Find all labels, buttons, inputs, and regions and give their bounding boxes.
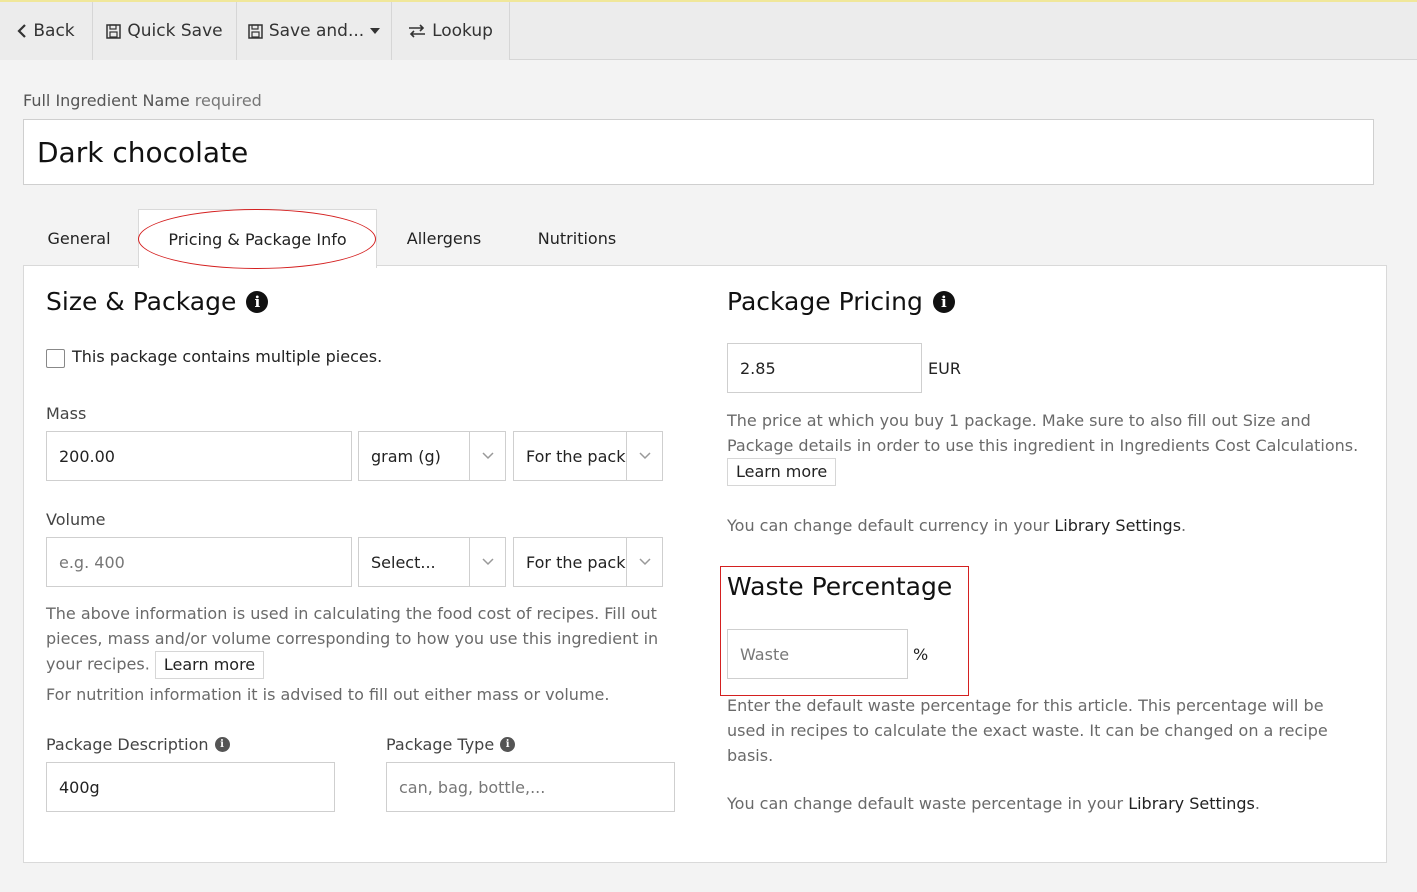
library-settings-link[interactable]: Library Settings bbox=[1054, 516, 1181, 535]
save-and-dropdown-button[interactable]: Save and... bbox=[237, 2, 392, 60]
waste-unit-label: % bbox=[913, 645, 929, 664]
toolbar: Back Quick Save Save and... Lookup bbox=[0, 2, 1417, 60]
mass-for-value: For the package bbox=[526, 446, 626, 466]
ingredient-name-label-text: Full Ingredient Name bbox=[23, 91, 190, 110]
ingredient-name-label: Full Ingredient Name required bbox=[23, 91, 262, 110]
chevron-down-icon bbox=[469, 432, 505, 480]
chevron-down-icon bbox=[626, 538, 662, 586]
multiple-pieces-label: This package contains multiple pieces. bbox=[72, 347, 383, 366]
ingredient-name-input[interactable]: Dark chocolate bbox=[23, 119, 1374, 185]
waste-note-suffix: . bbox=[1254, 794, 1260, 813]
volume-label: Volume bbox=[46, 510, 106, 529]
chevron-left-icon bbox=[17, 24, 27, 38]
volume-for-select[interactable]: For the package bbox=[513, 537, 663, 587]
info-icon[interactable]: i bbox=[246, 290, 269, 313]
waste-input[interactable]: Waste bbox=[727, 629, 908, 679]
info-icon[interactable]: i bbox=[214, 737, 230, 752]
mass-for-select[interactable]: For the package bbox=[513, 431, 663, 481]
size-package-title: Size & Package bbox=[46, 287, 237, 316]
lookup-button[interactable]: Lookup bbox=[392, 2, 510, 60]
mass-unit-value: gram (g) bbox=[371, 446, 441, 466]
quick-save-label: Quick Save bbox=[127, 21, 223, 41]
mass-unit-select[interactable]: gram (g) bbox=[358, 431, 506, 481]
floppy-disk-icon bbox=[106, 23, 122, 39]
annotation-ellipse bbox=[138, 209, 376, 269]
tab-nutritions[interactable]: Nutritions bbox=[515, 209, 639, 267]
pricing-info-paragraph: The price at which you buy 1 package. Ma… bbox=[727, 411, 1359, 455]
size-package-heading: Size & Package i bbox=[46, 287, 269, 316]
size-info-text: The above information is used in calcula… bbox=[46, 601, 681, 679]
volume-unit-select[interactable]: Select... bbox=[358, 537, 506, 587]
nutrition-note: For nutrition information it is advised … bbox=[46, 685, 610, 704]
package-type-input[interactable]: can, bag, bottle,... bbox=[386, 762, 675, 812]
volume-unit-value: Select... bbox=[371, 552, 436, 572]
price-input[interactable]: 2.85 bbox=[727, 343, 922, 393]
tab-general[interactable]: General bbox=[24, 209, 134, 267]
package-type-label-text: Package Type bbox=[386, 735, 495, 754]
package-description-label-text: Package Description bbox=[46, 735, 209, 754]
tab-allergens[interactable]: Allergens bbox=[386, 209, 502, 267]
currency-note-text: You can change default currency in your bbox=[727, 516, 1050, 535]
waste-note: You can change default waste percentage … bbox=[727, 791, 1260, 816]
package-type-label: Package Type i bbox=[386, 735, 516, 754]
multiple-pieces-checkbox[interactable] bbox=[46, 349, 65, 368]
currency-note-suffix: . bbox=[1181, 516, 1187, 535]
learn-more-button[interactable]: Learn more bbox=[727, 458, 837, 486]
mass-input[interactable]: 200.00 bbox=[46, 431, 352, 481]
save-and-label: Save and... bbox=[268, 21, 365, 41]
back-label: Back bbox=[33, 21, 75, 41]
tab-panel: Size & Package i This package contains m… bbox=[23, 265, 1387, 863]
waste-note-text: You can change default waste percentage … bbox=[727, 794, 1124, 813]
learn-more-button[interactable]: Learn more bbox=[154, 651, 265, 679]
volume-input[interactable]: e.g. 400 bbox=[46, 537, 352, 587]
lookup-label: Lookup bbox=[432, 21, 493, 41]
quick-save-button[interactable]: Quick Save bbox=[93, 2, 237, 60]
ingredient-form: Full Ingredient Name required Dark choco… bbox=[0, 61, 1417, 892]
caret-down-icon bbox=[370, 28, 381, 34]
size-info-paragraph: The above information is used in calcula… bbox=[46, 604, 659, 674]
mass-label: Mass bbox=[46, 404, 87, 423]
back-button[interactable]: Back bbox=[0, 2, 93, 60]
chevron-down-icon bbox=[626, 432, 662, 480]
package-description-input[interactable]: 400g bbox=[46, 762, 335, 812]
info-icon[interactable]: i bbox=[932, 290, 955, 313]
exchange-arrows-icon bbox=[409, 24, 426, 38]
package-pricing-title: Package Pricing bbox=[727, 287, 923, 316]
info-icon[interactable]: i bbox=[500, 737, 516, 752]
waste-info-text: Enter the default waste percentage for t… bbox=[727, 696, 1328, 765]
currency-note: You can change default currency in your … bbox=[727, 513, 1186, 538]
floppy-disk-icon bbox=[248, 23, 263, 39]
required-tag: required bbox=[194, 91, 262, 110]
waste-percentage-heading: Waste Percentage bbox=[727, 572, 953, 601]
currency-label: EUR bbox=[928, 359, 961, 378]
library-settings-link[interactable]: Library Settings bbox=[1128, 794, 1255, 813]
chevron-down-icon bbox=[469, 538, 505, 586]
package-pricing-heading: Package Pricing i bbox=[727, 287, 955, 316]
package-description-label: Package Description i bbox=[46, 735, 230, 754]
pricing-info-text: The price at which you buy 1 package. Ma… bbox=[727, 408, 1367, 486]
volume-for-value: For the package bbox=[526, 552, 626, 572]
